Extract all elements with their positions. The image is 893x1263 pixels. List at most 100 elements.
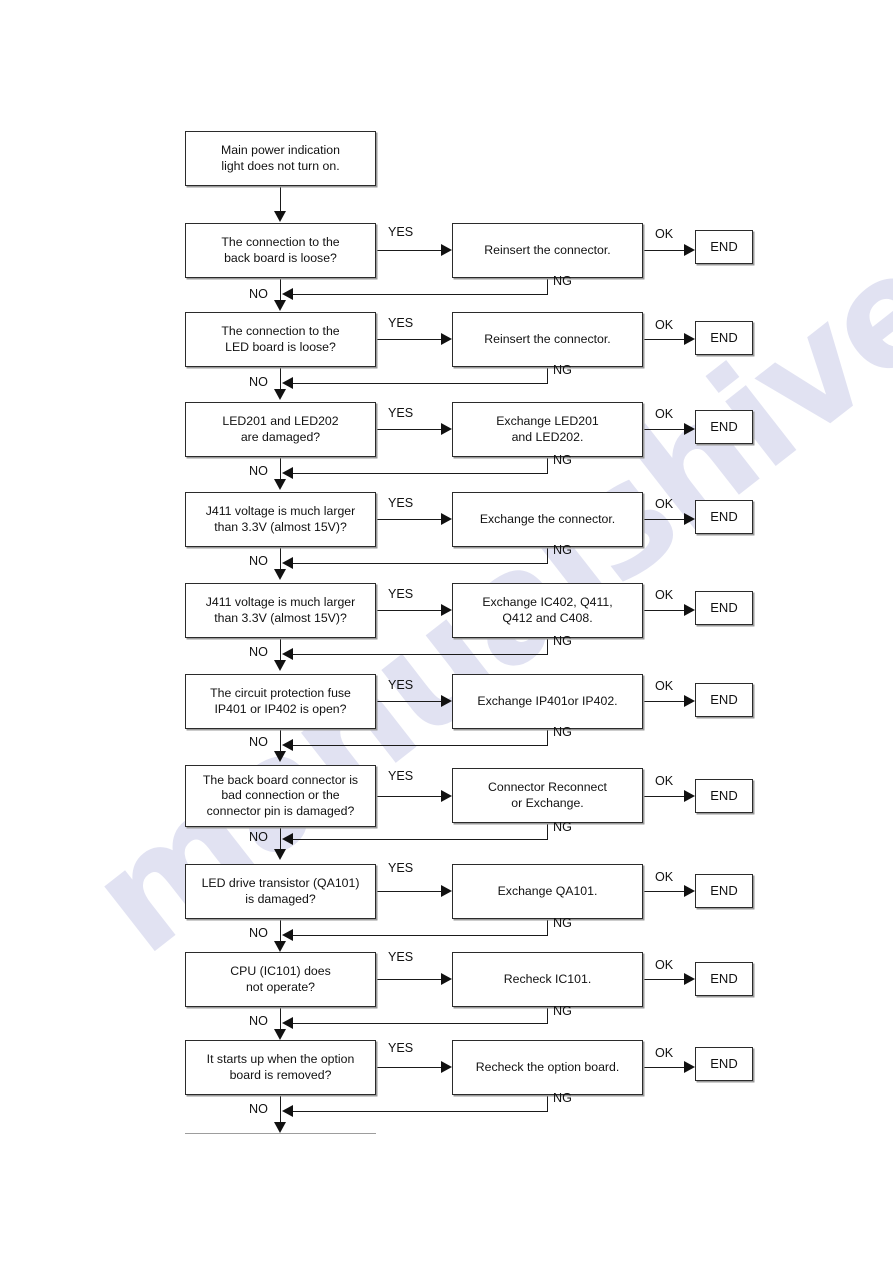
yes-line-row-7 [376, 795, 442, 797]
decision-label-row-6: The circuit protection fuse IP401 or IP4… [210, 686, 351, 716]
action-label-row-6: Exchange IP401or IP402. [477, 693, 618, 708]
no-arrowhead-row-7 [274, 849, 286, 860]
end-node-row-3: END [695, 410, 753, 444]
action-label-row-8: Exchange QA101. [497, 883, 598, 898]
no-label-row-9: NO [249, 1014, 268, 1028]
ng-label-row-9: NG [553, 1004, 572, 1018]
action-node-row-10: Recheck the option board. [452, 1040, 643, 1095]
flowchart-canvas: manualshive.com Main power indication li… [0, 0, 893, 1263]
yes-arrowhead-row-4 [441, 513, 452, 525]
no-line-row-10 [279, 1095, 281, 1123]
ok-line-row-1 [643, 249, 685, 251]
no-arrowhead-row-2 [274, 389, 286, 400]
no-label-row-7: NO [249, 830, 268, 844]
no-arrowhead-row-10 [274, 1122, 286, 1133]
action-node-row-2: Reinsert the connector. [452, 312, 643, 367]
ok-arrowhead-row-3 [684, 423, 695, 435]
ng-arrowhead-row-1 [282, 288, 293, 300]
ng-arrowhead-row-10 [282, 1105, 293, 1117]
yes-arrowhead-row-1 [441, 244, 452, 256]
end-label-row-1: END [710, 239, 738, 255]
ng-arrowhead-row-4 [282, 557, 293, 569]
yes-arrowhead-row-3 [441, 423, 452, 435]
no-label-row-2: NO [249, 375, 268, 389]
decision-node-row-1: The connection to the back board is loos… [185, 223, 376, 278]
end-label-row-10: END [710, 1056, 738, 1072]
decision-label-row-8: LED drive transistor (QA101) is damaged? [201, 876, 360, 906]
ng-line-vert-row-1 [547, 278, 549, 294]
ng-line-horz-row-5 [292, 653, 548, 655]
decision-label-row-1: The connection to the back board is loos… [221, 235, 340, 265]
ok-line-row-6 [643, 700, 685, 702]
no-label-row-10: NO [249, 1102, 268, 1116]
action-label-row-1: Reinsert the connector. [484, 242, 611, 257]
ng-line-vert-row-5 [547, 638, 549, 654]
ok-label-row-8: OK [655, 870, 674, 884]
decision-label-row-2: The connection to the LED board is loose… [221, 324, 340, 354]
ng-line-horz-row-7 [292, 838, 548, 840]
ok-label-row-5: OK [655, 588, 674, 602]
decision-node-row-2: The connection to the LED board is loose… [185, 312, 376, 367]
no-arrowhead-row-8 [274, 941, 286, 952]
ng-line-vert-row-4 [547, 547, 549, 563]
yes-line-row-5 [376, 609, 442, 611]
yes-label-row-5: YES [388, 587, 414, 601]
yes-arrowhead-row-10 [441, 1061, 452, 1073]
no-line-row-2 [279, 367, 281, 390]
ok-label-row-9: OK [655, 958, 674, 972]
ng-line-vert-row-6 [547, 729, 549, 745]
end-node-row-7: END [695, 779, 753, 813]
ok-arrowhead-row-6 [684, 695, 695, 707]
yes-arrowhead-row-6 [441, 695, 452, 707]
no-line-row-1 [279, 278, 281, 301]
yes-line-row-10 [376, 1066, 442, 1068]
ok-label-row-6: OK [655, 679, 674, 693]
no-arrowhead-row-9 [274, 1029, 286, 1040]
ng-line-horz-row-9 [292, 1022, 548, 1024]
decision-node-row-7: The back board connector is bad connecti… [185, 765, 376, 827]
yes-label-row-2: YES [388, 316, 414, 330]
decision-node-row-10: It starts up when the option board is re… [185, 1040, 376, 1095]
no-label-row-1: NO [249, 287, 268, 301]
end-label-row-5: END [710, 600, 738, 616]
action-label-row-7: Connector Reconnect or Exchange. [488, 780, 607, 810]
ng-arrowhead-row-2 [282, 377, 293, 389]
connector-start-to-row-1 [279, 186, 281, 212]
decision-label-row-10: It starts up when the option board is re… [206, 1052, 355, 1082]
no-label-row-4: NO [249, 554, 268, 568]
ok-label-row-4: OK [655, 497, 674, 511]
ng-arrowhead-row-5 [282, 648, 293, 660]
ok-arrowhead-row-5 [684, 604, 695, 616]
yes-label-row-4: YES [388, 496, 414, 510]
ok-arrowhead-row-4 [684, 513, 695, 525]
end-label-row-7: END [710, 788, 738, 804]
ng-label-row-3: NG [553, 453, 572, 467]
bottom-rule [185, 1133, 376, 1135]
ng-label-row-7: NG [553, 820, 572, 834]
end-node-row-9: END [695, 962, 753, 996]
ok-arrowhead-row-10 [684, 1061, 695, 1073]
action-label-row-4: Exchange the connector. [479, 511, 616, 526]
no-line-row-3 [279, 457, 281, 480]
action-label-row-2: Reinsert the connector. [484, 331, 611, 346]
ng-line-horz-row-3 [292, 472, 548, 474]
yes-arrowhead-row-8 [441, 885, 452, 897]
ng-line-horz-row-10 [292, 1110, 548, 1112]
decision-node-row-3: LED201 and LED202 are damaged? [185, 402, 376, 457]
decision-label-row-4: J411 voltage is much larger than 3.3V (a… [205, 504, 356, 534]
action-node-row-6: Exchange IP401or IP402. [452, 674, 643, 729]
ok-line-row-5 [643, 609, 685, 611]
yes-line-row-8 [376, 890, 442, 892]
yes-line-row-4 [376, 518, 442, 520]
ok-line-row-8 [643, 890, 685, 892]
end-label-row-4: END [710, 509, 738, 525]
no-line-row-4 [279, 547, 281, 570]
no-label-row-3: NO [249, 464, 268, 478]
ng-arrowhead-row-7 [282, 833, 293, 845]
ng-line-horz-row-4 [292, 562, 548, 564]
ng-line-horz-row-6 [292, 744, 548, 746]
ok-line-row-4 [643, 518, 685, 520]
ng-label-row-6: NG [553, 725, 572, 739]
yes-label-row-9: YES [388, 950, 414, 964]
end-node-row-6: END [695, 683, 753, 717]
